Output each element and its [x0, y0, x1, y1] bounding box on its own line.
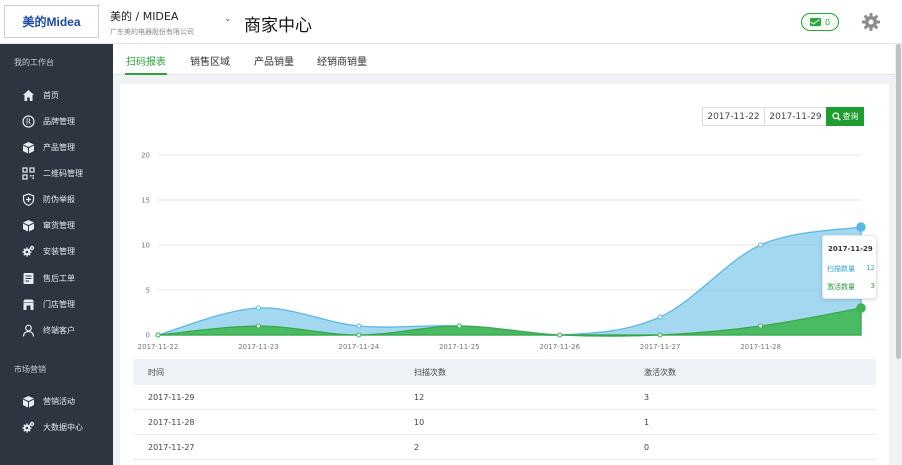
x-tick-label: 2017-11-22: [138, 343, 179, 351]
activation-data-point[interactable]: [255, 323, 261, 329]
table-row: 2017-11-28 10 1: [133, 410, 876, 435]
cell-date: 2017-11-27: [148, 443, 195, 452]
scan-data-point[interactable]: [758, 242, 764, 248]
x-tick-label: 2017-11-27: [640, 343, 681, 351]
tooltip-date: 2017-11-29: [828, 245, 873, 253]
cell-date: 2017-11-29: [148, 393, 195, 402]
table-header: 时间 扫描次数 激活次数: [133, 359, 876, 385]
scan-data-point[interactable]: [255, 305, 261, 311]
x-tick-label: 2017-11-26: [539, 343, 580, 351]
cell-activations: 0: [644, 443, 650, 452]
scan-data-point[interactable]: [856, 222, 866, 232]
cell-scans: 10: [414, 418, 425, 427]
activation-data-point[interactable]: [155, 332, 161, 338]
y-tick-label: 10: [141, 242, 150, 250]
column-header-activations: 激活次数: [644, 368, 676, 377]
scan-data-point[interactable]: [657, 314, 663, 320]
activation-data-point[interactable]: [456, 323, 462, 329]
cell-scans: 2: [414, 443, 420, 452]
activation-data-point[interactable]: [758, 323, 764, 329]
tooltip-activate-value: 3: [870, 282, 875, 290]
activation-data-point[interactable]: [356, 332, 362, 338]
column-header-time: 时间: [148, 368, 164, 377]
activation-data-point[interactable]: [657, 332, 663, 338]
tooltip-activate-label: 激活数量: [827, 283, 855, 291]
cell-activations: 3: [644, 393, 650, 402]
y-tick-label: 15: [141, 197, 150, 205]
table-row: 2017-11-27 2 0: [133, 435, 876, 460]
tooltip-activate-row: 激活数量 3: [827, 282, 875, 292]
cell-scans: 12: [414, 393, 425, 402]
activation-data-point[interactable]: [557, 332, 563, 338]
cell-date: 2017-11-28: [148, 418, 195, 427]
x-tick-label: 2017-11-28: [740, 343, 781, 351]
scan-data-point[interactable]: [356, 323, 362, 329]
column-header-scans: 扫描次数: [414, 368, 446, 377]
y-tick-label: 0: [146, 332, 150, 340]
tooltip-scan-row: 扫描数量 12: [827, 264, 875, 274]
scan-count-area: [157, 226, 862, 336]
table-row: 2017-11-29 12 3: [133, 385, 876, 410]
tooltip-scan-label: 扫描数量: [827, 265, 855, 273]
x-tick-label: 2017-11-24: [339, 343, 380, 351]
activation-data-point[interactable]: [856, 303, 866, 313]
tooltip-scan-value: 12: [866, 264, 875, 272]
cell-activations: 1: [644, 418, 650, 427]
chart-tooltip: 2017-11-29 扫描数量 12 激活数量 3: [822, 235, 877, 299]
page-scrollbar[interactable]: [895, 44, 902, 465]
x-tick-label: 2017-11-25: [439, 343, 480, 351]
y-tick-label: 5: [146, 287, 150, 295]
scrollbar-thumb[interactable]: [896, 44, 901, 359]
y-tick-label: 20: [141, 152, 150, 160]
x-tick-label: 2017-11-23: [238, 343, 279, 351]
